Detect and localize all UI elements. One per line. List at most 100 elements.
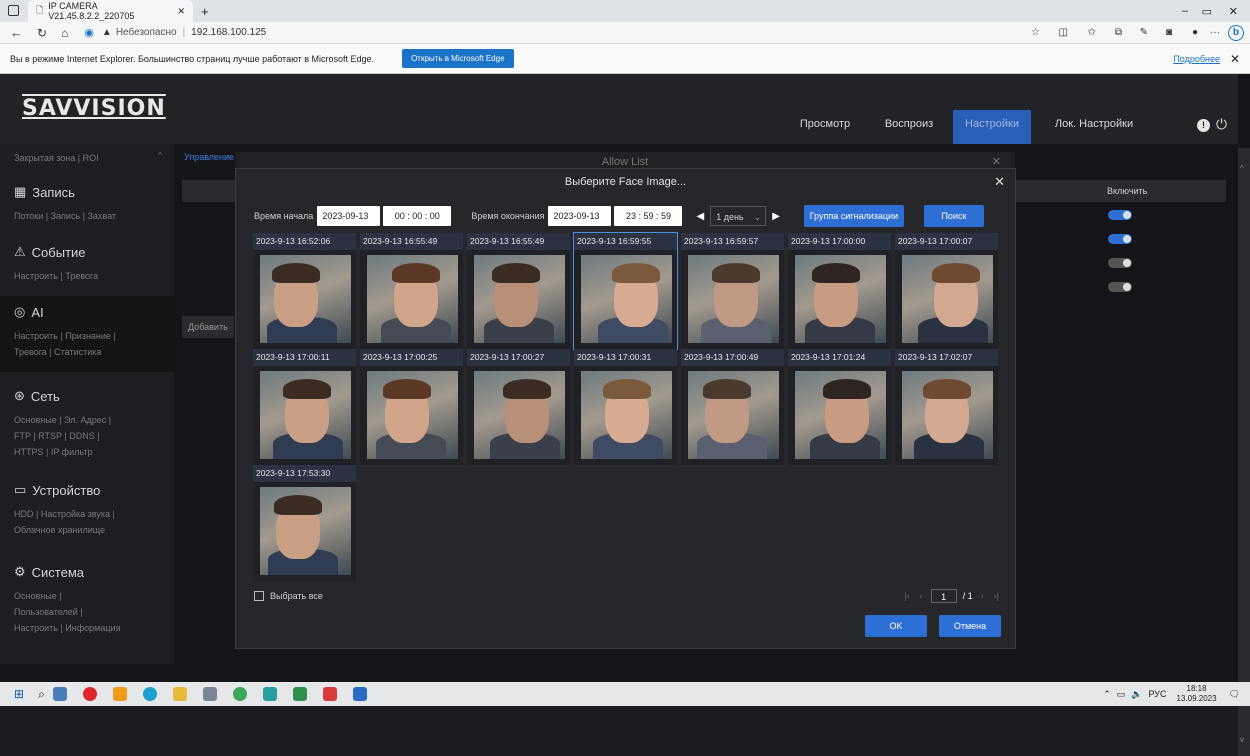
info-icon[interactable]: !	[1197, 119, 1210, 132]
bing-icon[interactable]: b	[1228, 24, 1244, 41]
home-icon[interactable]: ⌂	[61, 26, 68, 40]
enable-toggle-1[interactable]	[1108, 210, 1132, 220]
chrome-icon[interactable]	[232, 687, 247, 701]
enable-toggle-4[interactable]	[1108, 282, 1132, 292]
nav-view[interactable]: Просмотр	[790, 110, 860, 144]
sidebar-device-links-2[interactable]: Облачное хранилище	[14, 522, 105, 538]
browser-tab[interactable]: 🗋 IP CAMERA V21.45.8.2.2_220705 ✕	[28, 0, 193, 22]
logout-icon[interactable]: ⏻	[1216, 116, 1227, 133]
sidebar-system-links-2[interactable]: Пользователей |	[14, 604, 83, 620]
extension-icon[interactable]: ✎	[1140, 27, 1148, 38]
enable-toggle-2[interactable]	[1108, 234, 1132, 244]
sidebar-system-links[interactable]: Основные |	[14, 588, 62, 604]
split-screen-icon[interactable]: ◫	[1059, 27, 1068, 38]
sidebar-ai-links-2[interactable]: Тревога | Статистика	[14, 344, 101, 360]
nav-playback[interactable]: Воспроиз	[874, 110, 944, 144]
add-button[interactable]: Добавить	[182, 316, 234, 338]
start-date-input[interactable]: 2023-09-13	[317, 206, 381, 226]
face-image-card[interactable]: 2023-9-13 17:00:31	[574, 349, 677, 465]
edge-icon[interactable]	[142, 687, 157, 701]
close-window-icon[interactable]: ✕	[1229, 5, 1238, 18]
page-input[interactable]: 1	[930, 589, 957, 603]
sidebar-ai-links[interactable]: Настроить | Признание |	[14, 328, 116, 344]
close-ie-bar-icon[interactable]: ✕	[1230, 52, 1240, 66]
sidebar-section-network[interactable]: ⊛ Сеть	[14, 388, 60, 404]
app-blue-icon[interactable]	[352, 687, 367, 701]
sidebar-section-event[interactable]: ⚠ Событие	[14, 244, 86, 260]
sidebar-network-links-3[interactable]: HTTPS | IP фильтр	[14, 444, 92, 460]
nav-local-settings[interactable]: Лок. Настройки	[1044, 110, 1144, 144]
calculator-icon[interactable]	[52, 687, 67, 701]
face-image-card[interactable]: 2023-9-13 17:00:25	[360, 349, 463, 465]
network-tray-icon[interactable]: ▭	[1117, 689, 1126, 700]
url-field[interactable]: 192.168.100.125	[191, 27, 266, 38]
face-image-card[interactable]: 2023-9-13 17:00:07	[895, 233, 998, 349]
ie-mode-icon[interactable]: ◉	[84, 26, 94, 39]
select-all-label[interactable]: Выбрать все	[270, 591, 323, 601]
sidebar-section-system[interactable]: ⚙ Система	[14, 564, 84, 580]
sidebar-device-links[interactable]: HDD | Настройка звука |	[14, 506, 115, 522]
security-warning[interactable]: Небезопасно	[116, 27, 177, 38]
scroll-up-icon[interactable]: ^	[1240, 164, 1244, 173]
opera-icon[interactable]	[82, 687, 97, 701]
volume-icon[interactable]: 🔈	[1131, 689, 1142, 700]
language-indicator[interactable]: РУС	[1148, 689, 1166, 699]
sidebar-section-device[interactable]: ▭ Устройство	[14, 482, 100, 498]
ok-button[interactable]: OK	[865, 615, 927, 637]
page-scrollbar[interactable]: ^ v	[1238, 148, 1250, 756]
face-image-card[interactable]: 2023-9-13 16:59:55	[573, 232, 678, 350]
end-time-input[interactable]: 23 : 59 : 59	[614, 206, 683, 226]
search-icon[interactable]: ⌕	[38, 687, 45, 702]
face-image-card[interactable]: 2023-9-13 17:01:24	[788, 349, 891, 465]
app-teal-icon[interactable]	[262, 687, 277, 701]
back-icon[interactable]: ←	[10, 25, 23, 40]
favorite-icon[interactable]: ☆	[1031, 27, 1040, 38]
face-image-card[interactable]: 2023-9-13 16:52:06	[253, 233, 356, 349]
collections-icon[interactable]: ⧉	[1115, 27, 1122, 38]
face-image-card[interactable]: 2023-9-13 16:55:49	[360, 233, 463, 349]
minimize-icon[interactable]: –	[1182, 5, 1188, 17]
more-menu-icon[interactable]: ···	[1210, 27, 1220, 38]
nav-settings[interactable]: Настройки	[953, 110, 1031, 144]
next-page-icon[interactable]: ›	[981, 591, 984, 601]
sidebar-item-privacy[interactable]: Закрытая зона | ROI	[14, 150, 99, 166]
face-image-card[interactable]: 2023-9-13 17:00:11	[253, 349, 356, 465]
start-time-input[interactable]: 00 : 00 : 00	[383, 206, 452, 226]
app-orange-icon[interactable]	[112, 687, 127, 701]
face-image-card[interactable]: 2023-9-13 17:02:07	[895, 349, 998, 465]
refresh-icon[interactable]: ↻	[37, 26, 47, 40]
file-explorer-icon[interactable]	[172, 687, 187, 701]
notifications-icon[interactable]: 🗨	[1229, 689, 1240, 700]
profile-icon[interactable]: ●	[1192, 27, 1198, 38]
alarm-group-button[interactable]: Группа сигнализации	[803, 205, 904, 227]
period-select[interactable]: 1 день ⌄	[710, 206, 767, 226]
face-image-card[interactable]: 2023-9-13 16:59:57	[681, 233, 784, 349]
end-date-input[interactable]: 2023-09-13	[548, 206, 612, 226]
prev-period-icon[interactable]: ◀	[696, 211, 704, 222]
prev-page-icon[interactable]: ‹	[920, 591, 923, 601]
browser-essentials-icon[interactable]: ◙	[1166, 27, 1172, 38]
open-in-edge-button[interactable]: Открыть в Microsoft Edge	[402, 49, 514, 68]
restore-icon[interactable]: ▭	[1202, 5, 1212, 18]
new-tab-icon[interactable]: +	[201, 4, 209, 19]
spreadsheet-icon[interactable]	[292, 687, 307, 701]
first-page-icon[interactable]: |‹	[904, 591, 909, 601]
tray-arrow-icon[interactable]: ⌃	[1103, 689, 1111, 700]
search-button[interactable]: Поиск	[923, 205, 984, 227]
sidebar-network-links-2[interactable]: FTP | RTSP | DDNS |	[14, 428, 100, 444]
face-image-card[interactable]: 2023-9-13 17:00:49	[681, 349, 784, 465]
select-all-checkbox[interactable]	[254, 591, 264, 601]
sidebar-record-links[interactable]: Потоки | Запись | Захват	[14, 208, 116, 224]
last-page-icon[interactable]: ›|	[994, 591, 999, 601]
start-icon[interactable]: ⊞	[14, 687, 24, 701]
face-image-card[interactable]: 2023-9-13 17:53:30	[253, 465, 356, 581]
favorites-bar-icon[interactable]: ✩	[1088, 27, 1096, 38]
next-period-icon[interactable]: ▶	[772, 211, 780, 222]
close-tab-icon[interactable]: ✕	[177, 6, 185, 17]
breadcrumb[interactable]: Управление	[184, 152, 234, 162]
enable-toggle-3[interactable]	[1108, 258, 1132, 268]
app-gray-icon[interactable]	[202, 687, 217, 701]
sidebar-section-ai[interactable]: ◎ AI	[14, 304, 44, 320]
learn-more-link[interactable]: Подробнее	[1173, 54, 1220, 64]
sidebar-network-links[interactable]: Основные | Эл. Адрес |	[14, 412, 111, 428]
